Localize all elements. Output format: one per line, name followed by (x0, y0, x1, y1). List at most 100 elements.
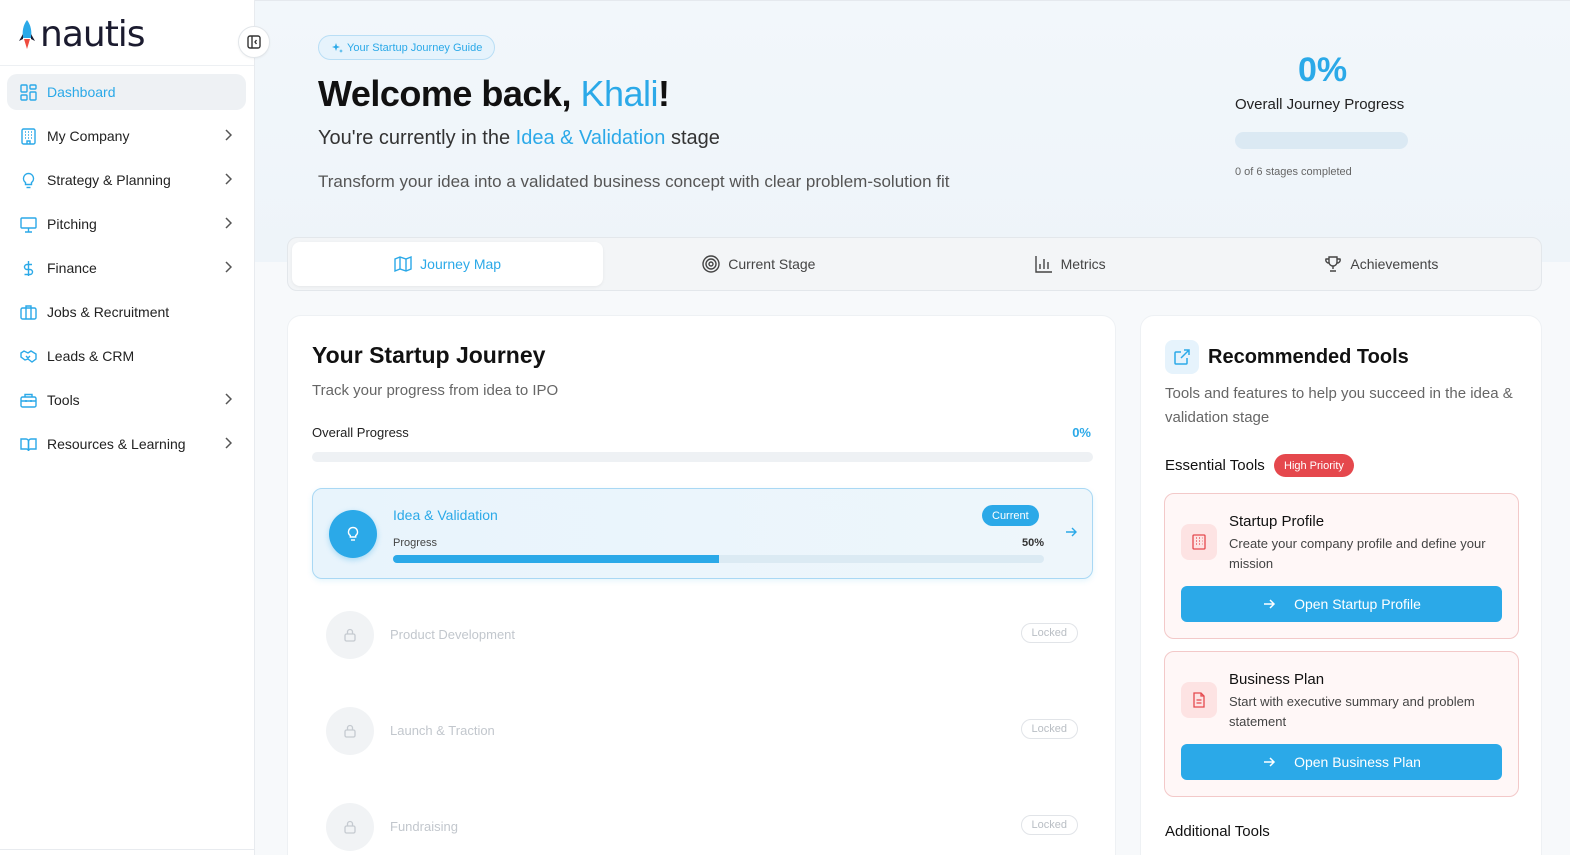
welcome-hero: Your Startup Journey Guide Welcome back,… (255, 0, 1570, 262)
lightbulb-icon (347, 526, 359, 541)
sidebar-divider (0, 65, 254, 66)
sidebar-item-strategy-planning[interactable]: Strategy & Planning (7, 162, 246, 198)
chevron-right-icon (225, 261, 232, 273)
tab-current-stage[interactable]: Current Stage (603, 242, 914, 286)
locked-badge: Locked (1020, 623, 1078, 643)
lock-icon (344, 628, 356, 642)
stages-completed-text: 0 of 6 stages completed (1235, 166, 1352, 178)
trophy-icon (1325, 256, 1342, 272)
button-label: Open Business Plan (1294, 754, 1421, 770)
journey-guide-label: Your Startup Journey Guide (347, 41, 483, 54)
sidebar-item-label: Strategy & Planning (47, 172, 171, 188)
sidebar-nav: Dashboard My Company Strategy & Planning… (7, 74, 246, 470)
stage-card-current[interactable]: Idea & Validation Current Progress 50% (312, 488, 1093, 579)
tool-description: Create your company profile and define y… (1229, 536, 1486, 571)
stage-name: Fundraising (390, 819, 458, 834)
stage-card-locked: Fundraising Locked (326, 803, 1078, 853)
tab-label: Current Stage (728, 256, 816, 272)
additional-tools-label: Additional Tools (1165, 823, 1270, 840)
collapse-sidebar-button[interactable] (238, 26, 270, 58)
arrow-right-icon (1264, 757, 1276, 767)
stage-name: Idea & Validation (515, 127, 666, 149)
journey-subtitle: Track your progress from idea to IPO (312, 382, 559, 399)
stage-progress-fill (393, 555, 719, 563)
sidebar-item-pitching[interactable]: Pitching (7, 206, 246, 242)
document-icon (1181, 682, 1217, 718)
sidebar-item-tools[interactable]: Tools (7, 382, 246, 418)
tools-subtitle: Tools and features to help you succeed i… (1165, 385, 1513, 426)
stage-progress-percent: 50% (1022, 537, 1045, 549)
sidebar-item-label: Jobs & Recruitment (47, 304, 170, 320)
sidebar-item-label: Dashboard (47, 84, 116, 100)
building-icon (19, 127, 37, 145)
journey-guide-pill[interactable]: Your Startup Journey Guide (318, 35, 496, 60)
brand-logo[interactable]: nautis (16, 13, 146, 55)
chevron-right-icon (225, 393, 232, 405)
overall-progress-percent: 0% (1072, 425, 1091, 440)
sidebar-item-label: Pitching (47, 216, 97, 232)
tool-card-business-plan: Business Plan Start with executive summa… (1164, 651, 1519, 797)
stage-progress-bar (393, 555, 1044, 563)
stage-name: Idea & Validation (393, 507, 498, 523)
sparkles-icon (332, 42, 343, 53)
open-startup-profile-button[interactable]: Open Startup Profile (1181, 586, 1502, 622)
tab-achievements[interactable]: Achievements (1226, 242, 1537, 286)
sidebar-item-dashboard[interactable]: Dashboard (7, 74, 246, 110)
toolbox-icon (19, 391, 37, 409)
sidebar-item-finance[interactable]: Finance (7, 250, 246, 286)
high-priority-badge: High Priority (1274, 454, 1354, 477)
welcome-suffix: ! (658, 73, 670, 114)
sidebar-item-label: My Company (47, 128, 130, 144)
journey-title: Your Startup Journey (312, 342, 546, 368)
sidebar-item-label: Leads & CRM (47, 348, 135, 364)
map-icon (394, 255, 412, 273)
locked-badge: Locked (1020, 815, 1078, 835)
recommended-tools-card: Recommended Tools Tools and features to … (1140, 315, 1542, 855)
tools-title: Recommended Tools (1208, 346, 1409, 368)
bar-chart-icon (1034, 256, 1052, 273)
tab-label: Journey Map (420, 256, 502, 272)
stage-name: Launch & Traction (390, 723, 495, 738)
open-business-plan-button[interactable]: Open Business Plan (1181, 744, 1502, 780)
briefcase-icon (19, 303, 37, 321)
tab-label: Achievements (1350, 256, 1439, 272)
presentation-icon (19, 215, 37, 233)
chevron-right-icon (225, 217, 232, 229)
stage-icon-circle (326, 803, 374, 851)
chevron-right-icon (225, 129, 232, 141)
welcome-prefix: Welcome back, (318, 73, 581, 114)
stage-progress-label: Progress (393, 537, 438, 549)
sidebar-item-resources-learning[interactable]: Resources & Learning (7, 426, 246, 462)
dollar-icon (19, 259, 37, 277)
lock-icon (344, 724, 356, 738)
user-name: Khali (580, 73, 659, 114)
sidebar-item-leads-crm[interactable]: Leads & CRM (7, 338, 246, 374)
sidebar-item-label: Finance (47, 260, 97, 276)
sidebar-item-my-company[interactable]: My Company (7, 118, 246, 154)
locked-badge: Locked (1020, 719, 1078, 739)
arrow-right-icon (1066, 527, 1077, 537)
overall-progress-track (312, 452, 1093, 462)
dashboard-icon (19, 83, 37, 101)
stage-card-locked: Product Development Locked (326, 611, 1078, 661)
building-icon (1181, 524, 1217, 560)
sidebar-item-jobs-recruitment[interactable]: Jobs & Recruitment (7, 294, 246, 330)
overall-progress-label: Overall Journey Progress (1235, 96, 1405, 113)
welcome-heading: Welcome back, Khali! (318, 73, 670, 115)
handshake-icon (19, 347, 37, 365)
sidebar-toggle-icon (247, 35, 261, 49)
sidebar: nautis Dashboard My Company Strategy & P… (0, 0, 255, 855)
lightbulb-icon (19, 171, 37, 189)
book-icon (19, 435, 37, 453)
lock-icon (344, 820, 356, 834)
brand-name: nautis (40, 13, 146, 55)
overall-progress-bar (1235, 132, 1408, 149)
tab-journey-map[interactable]: Journey Map (292, 242, 604, 286)
button-label: Open Startup Profile (1294, 596, 1421, 612)
stage-icon-circle (326, 707, 374, 755)
current-stage-text: You're currently in the Idea & Validatio… (318, 127, 720, 150)
essential-tools-label: Essential Tools (1165, 457, 1265, 474)
stage-card-locked: Launch & Traction Locked (326, 707, 1078, 757)
startup-journey-card: Your Startup Journey Track your progress… (287, 315, 1116, 855)
tab-metrics[interactable]: Metrics (915, 242, 1226, 286)
